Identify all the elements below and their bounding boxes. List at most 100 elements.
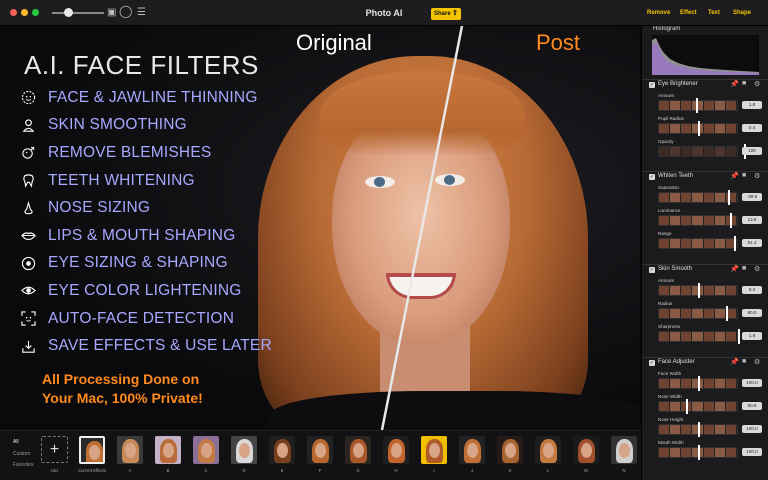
feature-item: SAVE EFFECTS & USE LATER [20,332,272,360]
close-window-button[interactable] [10,9,17,16]
param-label: Face Width [658,371,682,376]
section-enable-checkbox[interactable]: ✓ [649,82,655,88]
section-face-adjuster: ✓ Face Adjuster 📌 ■ ⚙ Face Width 100.0 Nose Wid… [642,357,768,463]
param-value-field[interactable]: 0.3 [742,286,762,294]
category-custom[interactable]: Custom [13,451,30,457]
preset-thumbnail[interactable] [269,436,295,464]
thumb-face [163,443,174,458]
param-slider-marker[interactable] [726,306,728,321]
param-slider-marker[interactable] [728,190,730,205]
zoom-slider[interactable] [52,12,104,14]
minimize-window-button[interactable] [21,9,28,16]
zoom-fit-icon[interactable]: ▣ [107,7,116,19]
tab-text[interactable]: Text [708,10,720,16]
param-slider-marker[interactable] [730,213,732,228]
pin-icon[interactable]: 📌 [730,172,739,180]
label-original: Original [296,30,372,55]
preset-thumbnail[interactable] [231,436,257,464]
preset-thumbnail[interactable] [345,436,371,464]
category-all[interactable]: All [13,439,19,445]
param-preview-strip[interactable] [658,401,738,412]
preset-label: D [242,468,246,473]
preset-thumbnail[interactable] [535,436,561,464]
gear-icon[interactable]: ⚙ [754,80,760,88]
param-row: Nose Height 100.0 [642,417,768,440]
preset-thumbnail[interactable] [611,436,637,464]
preset-label: A [128,468,132,473]
rotate-icon[interactable]: ◯ [119,5,132,17]
preset-thumbnail[interactable] [79,436,105,464]
param-preview-strip[interactable] [658,100,738,111]
param-preview-strip[interactable] [658,238,738,249]
param-slider-marker[interactable] [734,236,736,251]
param-preview-strip[interactable] [658,331,738,342]
pin-icon[interactable]: 📌 [730,265,739,273]
preset-thumbnail[interactable] [383,436,409,464]
section-enable-checkbox[interactable]: ✓ [649,174,655,180]
param-slider-marker[interactable] [738,329,740,344]
delete-icon[interactable]: ■ [742,172,746,179]
param-slider-marker[interactable] [698,121,700,136]
param-slider-marker[interactable] [698,376,700,391]
param-preview-strip[interactable] [658,192,738,203]
gear-icon[interactable]: ⚙ [754,358,760,366]
param-row: Amount 1.8 [642,93,768,116]
tab-shape[interactable]: Shape [733,10,751,16]
delete-icon[interactable]: ■ [742,265,746,272]
param-value-field[interactable]: 90.8 [742,402,762,410]
gear-icon[interactable]: ⚙ [754,172,760,180]
param-value-field[interactable]: 90.0 [742,309,762,317]
preset-thumbnail[interactable] [117,436,143,464]
param-preview-strip[interactable] [658,146,738,157]
preset-thumbnail[interactable] [193,436,219,464]
section-enable-checkbox[interactable]: ✓ [649,360,655,366]
tab-effect[interactable]: Effect [680,10,697,16]
param-value-field[interactable]: 100.0 [742,379,762,387]
preset-thumbnail[interactable] [573,436,599,464]
param-value-field[interactable]: 100.0 [742,425,762,433]
delete-icon[interactable]: ■ [742,358,746,365]
preset-label: H [394,468,398,473]
zoom-window-button[interactable] [32,9,39,16]
pin-icon[interactable]: 📌 [730,358,739,366]
param-row: Range 51.4 [642,231,768,254]
category-favorites[interactable]: Favorites [13,462,34,468]
param-value-field[interactable]: 0.4 [742,124,762,132]
param-row: Pupil Radius 0.4 [642,116,768,139]
add-preset-button[interactable]: + [41,436,68,463]
preset-thumbnail[interactable] [307,436,333,464]
param-preview-strip[interactable] [658,215,738,226]
param-value-field[interactable]: 13.6 [742,216,762,224]
param-row: Opacity 100 [642,139,768,162]
param-value-field[interactable]: 1.8 [742,332,762,340]
share-button[interactable]: Share ⇧ [431,8,461,20]
tab-remove[interactable]: Remove [647,10,670,16]
param-slider-marker[interactable] [698,445,700,460]
param-value-field[interactable]: 100 [742,147,762,155]
preset-thumbnail[interactable] [497,436,523,464]
nose-icon [20,200,36,216]
tagline-line-1: All Processing Done on [42,371,200,387]
param-value-field[interactable]: 51.4 [742,239,762,247]
preset-thumbnail[interactable] [155,436,181,464]
delete-icon[interactable]: ■ [742,80,746,87]
param-value-field[interactable]: 1.8 [742,101,762,109]
preset-label: K [508,468,512,473]
gear-icon[interactable]: ⚙ [754,265,760,273]
zoom-slider-knob[interactable] [64,8,73,17]
image-canvas[interactable]: Original Post A.I. FACE FILTERS FACE & J… [0,26,640,430]
pin-icon[interactable]: 📌 [730,80,739,88]
thumb-face [89,445,100,460]
section-enable-checkbox[interactable]: ✓ [649,267,655,273]
param-slider-marker[interactable] [696,98,698,113]
param-slider-marker[interactable] [698,422,700,437]
preset-thumbnail[interactable] [421,436,447,464]
param-slider-marker[interactable] [698,283,700,298]
param-slider-marker[interactable] [686,399,688,414]
param-value-field[interactable]: 100.0 [742,448,762,456]
param-value-field[interactable]: -29.9 [742,193,762,201]
preset-thumbnail[interactable] [459,436,485,464]
download-icon [20,338,36,354]
layers-icon[interactable]: ☰ [137,7,146,19]
param-label: Opacity [658,139,674,144]
